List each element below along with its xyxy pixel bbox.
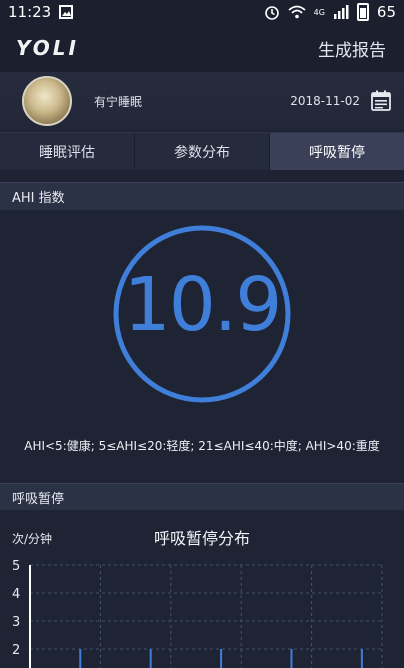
status-time: 11:23 (8, 3, 52, 21)
battery-icon (356, 3, 369, 21)
app-header: YOLI 生成报告 (0, 24, 404, 72)
image-icon (59, 5, 74, 19)
battery-level: 65 (376, 3, 396, 21)
wifi-icon (288, 5, 306, 19)
ahi-section-title: AHI 指数 (12, 191, 65, 206)
status-right: 4G 65 (264, 3, 396, 21)
generate-report-button[interactable]: 生成报告 (318, 36, 386, 61)
tab-parameter-distribution[interactable]: 参数分布 (135, 132, 270, 170)
user-row: 有宁睡眠 2018-11-02 (0, 72, 404, 130)
chart-title: 呼吸暂停分布 (153, 529, 250, 548)
bar (360, 649, 363, 668)
network-type: 4G (313, 7, 325, 17)
y-tick-label: 2 (12, 643, 20, 658)
username: 有宁睡眠 (94, 94, 143, 109)
y-tick-label: 3 (12, 615, 20, 630)
avatar[interactable] (22, 76, 72, 126)
apnea-section-title: 呼吸暂停 (12, 492, 65, 507)
tab-sleep-assessment[interactable]: 睡眠评估 (0, 132, 135, 170)
bar (290, 649, 293, 668)
bar (220, 649, 223, 668)
signal-icon (333, 5, 349, 19)
tab-bar: 睡眠评估 参数分布 呼吸暂停 (0, 132, 404, 170)
y-tick-label: 5 (12, 559, 20, 574)
report-date: 2018-11-02 (290, 94, 360, 108)
apnea-distribution-chart: 5 4 3 2 (12, 559, 383, 668)
apnea-section-header: 呼吸暂停 (0, 483, 404, 511)
y-tick-label: 4 (12, 587, 20, 602)
alarm-icon (264, 6, 279, 20)
ahi-value: 10.9 (123, 262, 283, 348)
status-left: 11:23 (8, 3, 74, 21)
calendar-icon[interactable] (370, 90, 392, 112)
bar (79, 649, 82, 668)
tab-apnea[interactable]: 呼吸暂停 (270, 132, 404, 170)
status-bar: 11:23 4G 65 (0, 0, 404, 24)
bar (149, 649, 152, 668)
ahi-legend: AHI<5:健康; 5≤AHI≤20:轻度; 21≤AHI≤40:中度; AHI… (24, 439, 380, 453)
ahi-section-header: AHI 指数 (0, 182, 404, 210)
app-logo: YOLI (16, 36, 79, 60)
